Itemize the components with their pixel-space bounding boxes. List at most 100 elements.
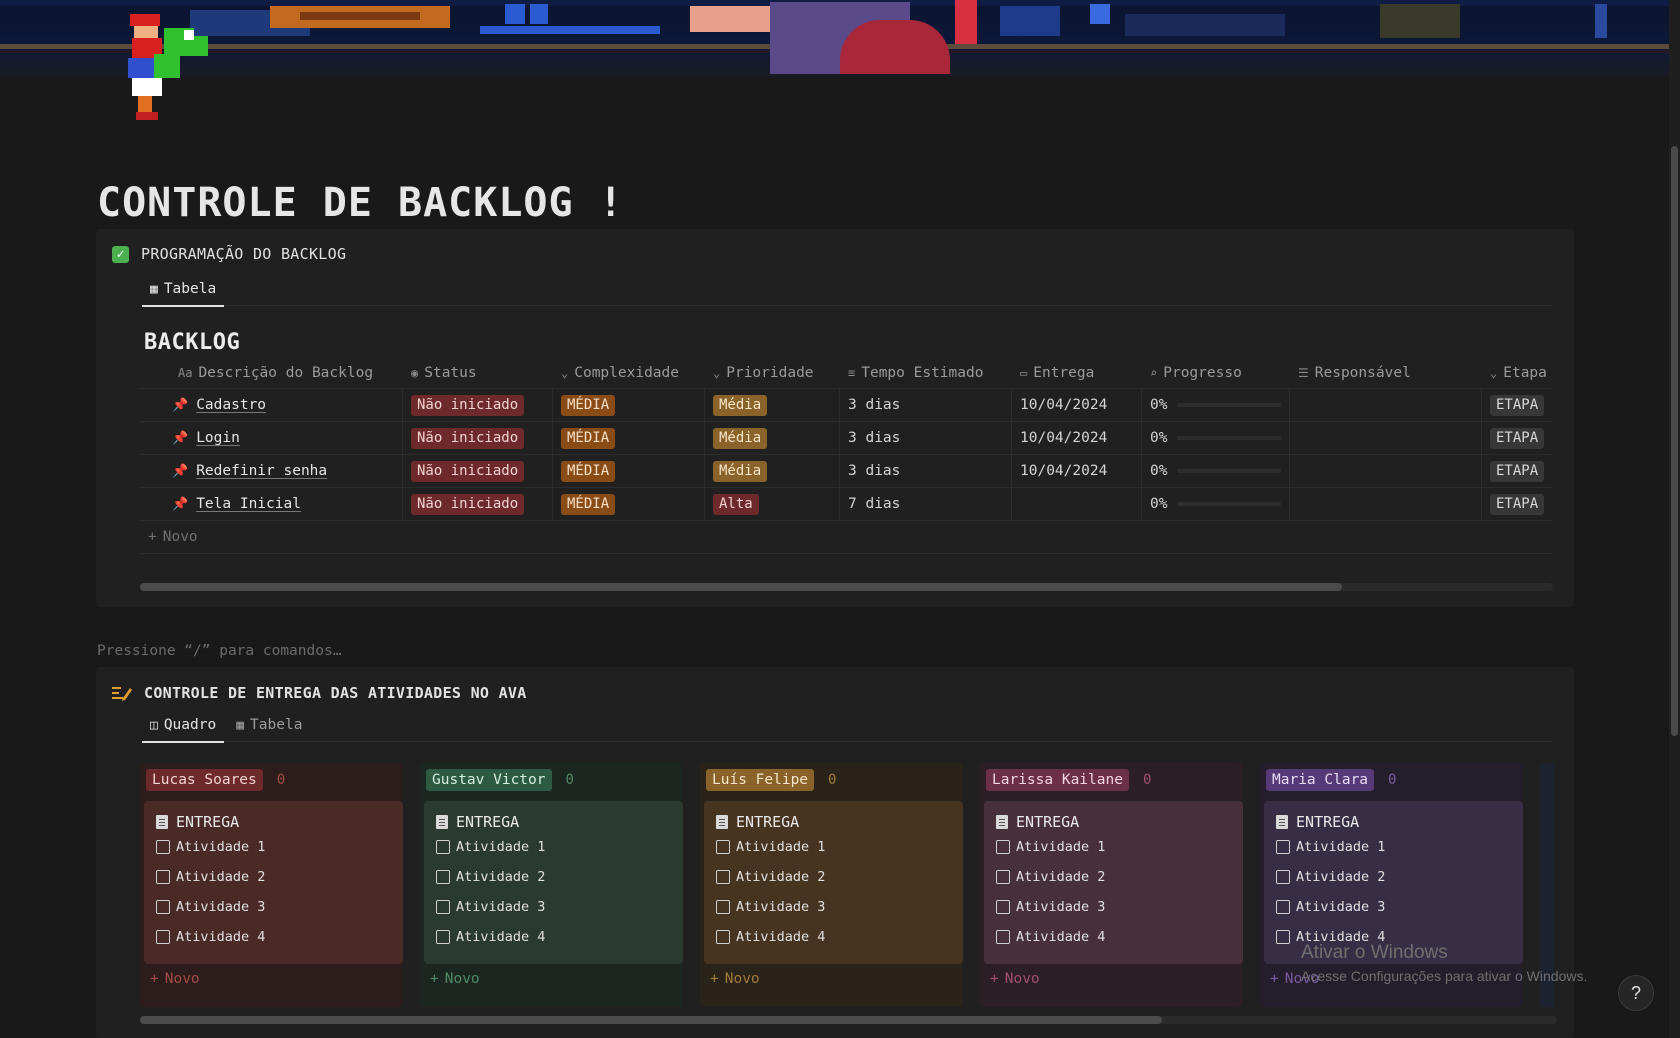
- checkbox[interactable]: [996, 900, 1010, 914]
- cell-descricao[interactable]: 📌 Cadastro: [140, 389, 403, 421]
- checkbox[interactable]: [156, 930, 170, 944]
- todo-item[interactable]: Atividade 1: [1276, 832, 1511, 862]
- page-title[interactable]: CONTROLE DE BACKLOG !: [97, 180, 624, 226]
- checkbox[interactable]: [996, 870, 1010, 884]
- cell-responsavel[interactable]: [1290, 389, 1482, 421]
- todo-item[interactable]: Atividade 1: [436, 832, 671, 862]
- checkbox[interactable]: [436, 900, 450, 914]
- checkbox[interactable]: [156, 870, 170, 884]
- checkbox[interactable]: [716, 840, 730, 854]
- checkbox[interactable]: [996, 930, 1010, 944]
- table-row[interactable]: 📌 Tela Inicial Não iniciado MÉDIA Alta 7 dias…: [140, 488, 1553, 521]
- column-header-etapa[interactable]: ⌄ Etapa: [1482, 357, 1553, 388]
- checkbox[interactable]: [156, 900, 170, 914]
- add-row-button[interactable]: + Novo: [140, 521, 1553, 554]
- cell-entrega[interactable]: 10/04/2024: [1012, 422, 1142, 454]
- cell-status[interactable]: Não iniciado: [403, 389, 553, 421]
- tab-quadro[interactable]: ◫ Quadro: [142, 708, 225, 743]
- add-card-button[interactable]: + Novo: [990, 971, 1040, 987]
- cell-tempo-estimado[interactable]: 3 dias: [840, 455, 1012, 487]
- cell-descricao[interactable]: 📌 Redefinir senha: [140, 455, 403, 487]
- cell-tempo-estimado[interactable]: 3 dias: [840, 389, 1012, 421]
- row-title-link[interactable]: Login: [196, 430, 240, 446]
- cell-prioridade[interactable]: Média: [705, 422, 840, 454]
- column-header-prioridade[interactable]: ⌄ Prioridade: [705, 357, 840, 388]
- column-header-tempo[interactable]: ≡ Tempo Estimado: [840, 357, 1012, 388]
- row-title-link[interactable]: Tela Inicial: [196, 496, 301, 512]
- column-header-status[interactable]: ◉ Status: [403, 357, 553, 388]
- cell-entrega[interactable]: [1012, 488, 1142, 520]
- cell-complexidade[interactable]: MÉDIA: [553, 422, 705, 454]
- cell-prioridade[interactable]: Média: [705, 389, 840, 421]
- checkbox[interactable]: [716, 870, 730, 884]
- column-header-descricao[interactable]: Aa Descrição do Backlog: [140, 357, 403, 388]
- page-cover-image[interactable]: [0, 0, 1669, 77]
- board-card[interactable]: ENTREGA Atividade 1 Atividade 2 Atividade 3…: [984, 801, 1243, 964]
- todo-item[interactable]: Atividade 1: [716, 832, 951, 862]
- cell-complexidade[interactable]: MÉDIA: [553, 389, 705, 421]
- todo-item[interactable]: Atividade 4: [436, 922, 671, 952]
- todo-item[interactable]: Atividade 3: [1276, 892, 1511, 922]
- tab-tabela[interactable]: ▦ Tabela: [142, 272, 225, 307]
- table-row[interactable]: 📌 Cadastro Não iniciado MÉDIA Média 3 dias 10/…: [140, 389, 1553, 422]
- cell-progresso[interactable]: 0%: [1142, 455, 1290, 487]
- todo-item[interactable]: Atividade 2: [156, 862, 391, 892]
- column-header[interactable]: Larissa Kailane 0: [986, 769, 1151, 791]
- editor-placeholder[interactable]: Pressione “/” para comandos…: [97, 643, 341, 659]
- row-title-link[interactable]: Cadastro: [196, 397, 266, 413]
- table-horizontal-scrollbar[interactable]: [140, 583, 1553, 591]
- page-vertical-scrollbar[interactable]: [1669, 0, 1680, 1038]
- cell-status[interactable]: Não iniciado: [403, 422, 553, 454]
- column-header-entrega[interactable]: ▭ Entrega: [1012, 357, 1142, 388]
- cell-entrega[interactable]: 10/04/2024: [1012, 455, 1142, 487]
- column-header-responsavel[interactable]: ☰ Responsável: [1290, 357, 1482, 388]
- todo-item[interactable]: Atividade 2: [996, 862, 1231, 892]
- checkbox[interactable]: [1276, 870, 1290, 884]
- cell-descricao[interactable]: 📌 Login: [140, 422, 403, 454]
- todo-item[interactable]: Atividade 1: [156, 832, 391, 862]
- checkbox[interactable]: [436, 930, 450, 944]
- cell-etapa[interactable]: ETAPA: [1482, 389, 1553, 421]
- cell-complexidade[interactable]: MÉDIA: [553, 488, 705, 520]
- cell-etapa[interactable]: ETAPA: [1482, 488, 1553, 520]
- board-card[interactable]: ENTREGA Atividade 1 Atividade 2 Atividade 3…: [144, 801, 403, 964]
- cell-tempo-estimado[interactable]: 3 dias: [840, 422, 1012, 454]
- todo-item[interactable]: Atividade 3: [716, 892, 951, 922]
- checkbox[interactable]: [716, 900, 730, 914]
- checkbox[interactable]: [1276, 930, 1290, 944]
- checkbox[interactable]: [436, 870, 450, 884]
- todo-item[interactable]: Atividade 1: [996, 832, 1231, 862]
- cell-tempo-estimado[interactable]: 7 dias: [840, 488, 1012, 520]
- cell-status[interactable]: Não iniciado: [403, 455, 553, 487]
- add-card-button[interactable]: + Novo: [150, 971, 200, 987]
- add-card-button[interactable]: + Novo: [430, 971, 480, 987]
- column-header-progresso[interactable]: ⌕ Progresso: [1142, 357, 1290, 388]
- cell-status[interactable]: Não iniciado: [403, 488, 553, 520]
- column-header[interactable]: Maria Clara 0: [1266, 769, 1396, 791]
- todo-item[interactable]: Atividade 3: [156, 892, 391, 922]
- column-header[interactable]: Gustav Victor 0: [426, 769, 574, 791]
- checkbox[interactable]: [996, 840, 1010, 854]
- todo-item[interactable]: Atividade 2: [1276, 862, 1511, 892]
- todo-item[interactable]: Atividade 4: [156, 922, 391, 952]
- table-title[interactable]: BACKLOG: [144, 330, 240, 355]
- table-row[interactable]: 📌 Login Não iniciado MÉDIA Média 3 dias 10/04/…: [140, 422, 1553, 455]
- cell-prioridade[interactable]: Média: [705, 455, 840, 487]
- checkbox[interactable]: [716, 930, 730, 944]
- todo-item[interactable]: Atividade 4: [996, 922, 1231, 952]
- cell-responsavel[interactable]: [1290, 422, 1482, 454]
- todo-item[interactable]: Atividade 2: [716, 862, 951, 892]
- column-header[interactable]: Lucas Soares 0: [146, 769, 285, 791]
- todo-item[interactable]: Atividade 2: [436, 862, 671, 892]
- column-header[interactable]: Luís Felipe 0: [706, 769, 836, 791]
- add-card-button[interactable]: + Novo: [710, 971, 760, 987]
- cell-etapa[interactable]: ETAPA: [1482, 455, 1553, 487]
- help-button[interactable]: ?: [1618, 975, 1654, 1011]
- cell-progresso[interactable]: 0%: [1142, 422, 1290, 454]
- tab-tabela[interactable]: ▦ Tabela: [228, 708, 310, 742]
- cell-progresso[interactable]: 0%: [1142, 389, 1290, 421]
- checkbox[interactable]: [1276, 900, 1290, 914]
- cell-prioridade[interactable]: Alta: [705, 488, 840, 520]
- row-title-link[interactable]: Redefinir senha: [196, 463, 327, 479]
- board-card[interactable]: ENTREGA Atividade 1 Atividade 2 Atividade 3…: [704, 801, 963, 964]
